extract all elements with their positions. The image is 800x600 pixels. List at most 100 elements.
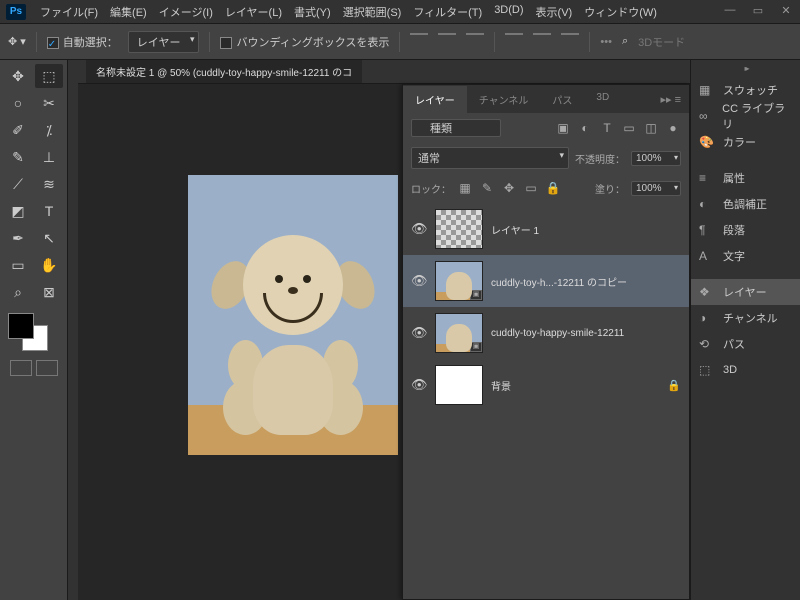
panel-shortcut[interactable]: ¶段落 (691, 217, 800, 243)
mask-mode[interactable] (4, 360, 63, 376)
more-icon[interactable]: ••• (600, 36, 612, 48)
color-swatch[interactable] (4, 313, 63, 353)
panel-shortcut[interactable]: 🎨カラー (691, 129, 800, 155)
menu-item[interactable]: レイヤー(L) (219, 1, 288, 23)
lock-brush-icon[interactable]: ✎ (479, 181, 495, 195)
align-icon[interactable] (410, 33, 428, 51)
visibility-icon[interactable]: 👁 (411, 273, 427, 289)
menu-item[interactable]: 書式(Y) (288, 1, 337, 23)
menu-item[interactable]: 表示(V) (530, 1, 579, 23)
tool-button[interactable]: ✒ (4, 226, 32, 250)
tool-button[interactable]: ⌕ (4, 280, 32, 304)
menu-item[interactable]: ファイル(F) (34, 1, 104, 23)
opacity-value[interactable]: 100% (631, 151, 681, 166)
search-icon[interactable]: ⌕ (622, 35, 628, 48)
panel-shortcut[interactable]: A 文字 (691, 243, 800, 269)
layer-row[interactable]: 👁 ▣ cuddly-toy-h...-12211 のコピー (403, 255, 689, 307)
layer-row[interactable]: 👁 レイヤー 1 (403, 203, 689, 255)
auto-select-dropdown[interactable]: レイヤー (128, 31, 200, 53)
filter-adjust-icon[interactable]: ◐ (577, 121, 593, 135)
panel-shortcut[interactable]: ◑チャンネル (691, 305, 800, 331)
align-icon[interactable] (466, 33, 484, 51)
layer-name: cuddly-toy-h...-12211 のコピー (491, 274, 681, 289)
align-icon[interactable] (561, 33, 579, 51)
layer-filter-input[interactable] (411, 119, 501, 137)
menu-bar: Ps ファイル(F)編集(E)イメージ(I)レイヤー(L)書式(Y)選択範囲(S… (0, 0, 800, 24)
document-tab[interactable]: 名称未設定 1 @ 50% (cuddly-toy-happy-smile-12… (86, 60, 362, 83)
menu-item[interactable]: 3D(D) (488, 1, 529, 23)
menu-item[interactable]: ウィンドウ(W) (578, 1, 663, 23)
layer-thumbnail[interactable] (435, 209, 483, 249)
filter-toggle-icon[interactable]: ● (665, 121, 681, 135)
menu-item[interactable]: 編集(E) (104, 1, 153, 23)
tool-button[interactable]: ≋ (35, 172, 63, 196)
maximize-button[interactable]: ▭ (744, 0, 772, 20)
panel-icon: A (699, 249, 715, 263)
canvas[interactable] (188, 175, 398, 455)
panel-tab[interactable]: チャンネル (467, 86, 541, 113)
panel-tab[interactable]: レイヤー (403, 86, 467, 113)
layer-row[interactable]: 👁 ▣ cuddly-toy-happy-smile-12211 (403, 307, 689, 359)
panel-shortcut[interactable]: ∞CC ライブラリ (691, 103, 800, 129)
tool-button[interactable]: ⁒ (35, 118, 63, 142)
tool-button[interactable]: ⊠ (35, 280, 63, 304)
tool-button[interactable]: ↖ (35, 226, 63, 250)
panel-label: 文字 (723, 248, 745, 264)
tool-button[interactable]: T (35, 199, 63, 223)
tool-button[interactable]: ✥ (4, 64, 32, 88)
tool-button[interactable]: ✎ (4, 145, 32, 169)
minimize-button[interactable]: — (716, 0, 744, 20)
canvas-content (203, 225, 383, 435)
tool-button[interactable]: ○ (4, 91, 32, 115)
panel-shortcut[interactable]: ≡属性 (691, 165, 800, 191)
fill-value[interactable]: 100% (631, 181, 681, 196)
layer-thumbnail[interactable]: ▣ (435, 313, 483, 353)
options-bar: ✥ ▾ 自動選択： レイヤー バウンディングボックスを表示 ••• ⌕ 3Dモー… (0, 24, 800, 60)
tool-button[interactable]: ⊥ (35, 145, 63, 169)
filter-image-icon[interactable]: ▣ (555, 121, 571, 135)
panel-tab[interactable]: 3D (584, 86, 621, 113)
fill-label: 塗り： (595, 181, 625, 196)
auto-select-checkbox[interactable] (47, 37, 59, 49)
panel-label: パス (723, 336, 745, 352)
menu-item[interactable]: イメージ(I) (153, 1, 219, 23)
layer-row[interactable]: 👁 背景 🔒 (403, 359, 689, 411)
tool-button[interactable]: ◩ (4, 199, 32, 223)
align-icon[interactable] (533, 33, 551, 51)
lock-position-icon[interactable]: ✥ (501, 181, 517, 195)
align-icon[interactable] (438, 33, 456, 51)
align-icon[interactable] (505, 33, 523, 51)
menu-item[interactable]: フィルター(T) (407, 1, 488, 23)
panel-tab[interactable]: パス (540, 86, 584, 113)
lock-all-icon[interactable]: 🔒 (545, 181, 561, 195)
tool-button[interactable]: ✐ (4, 118, 32, 142)
tool-button[interactable]: ✋ (35, 253, 63, 277)
panel-shortcut[interactable]: ◐色調補正 (691, 191, 800, 217)
filter-shape-icon[interactable]: ▭ (621, 121, 637, 135)
filter-type-icon[interactable]: T (599, 121, 615, 135)
visibility-icon[interactable]: 👁 (411, 221, 427, 237)
tool-button[interactable]: ▭ (4, 253, 32, 277)
visibility-icon[interactable]: 👁 (411, 377, 427, 393)
layers-panel: レイヤーチャンネルパス3D ▸▸ ≡ ▣ ◐ T ▭ ◫ ● 通常 不透明度： … (402, 84, 690, 600)
tool-button[interactable]: ⟋ (4, 172, 32, 196)
panel-icon: ⟲ (699, 337, 715, 351)
bounding-box-checkbox[interactable] (220, 37, 232, 49)
panel-shortcut[interactable]: ❖レイヤー (691, 279, 800, 305)
close-button[interactable]: ✕ (772, 0, 800, 20)
tool-button[interactable]: ⬚ (35, 64, 63, 88)
lock-pixels-icon[interactable]: ▦ (457, 181, 473, 195)
filter-smart-icon[interactable]: ◫ (643, 121, 659, 135)
lock-label: ロック： (411, 181, 451, 196)
layer-thumbnail[interactable]: ▣ (435, 261, 483, 301)
panel-shortcut[interactable]: ⟲ パス (691, 331, 800, 357)
panel-shortcut[interactable]: ⬚3D (691, 357, 800, 383)
foreground-color[interactable] (8, 313, 34, 339)
tool-button[interactable]: ✂ (35, 91, 63, 115)
panel-collapse-icon[interactable]: ▸▸ ≡ (652, 93, 689, 106)
visibility-icon[interactable]: 👁 (411, 325, 427, 341)
blend-mode-dropdown[interactable]: 通常 (411, 147, 569, 169)
layer-thumbnail[interactable] (435, 365, 483, 405)
lock-artboard-icon[interactable]: ▭ (523, 181, 539, 195)
menu-item[interactable]: 選択範囲(S) (337, 1, 408, 23)
